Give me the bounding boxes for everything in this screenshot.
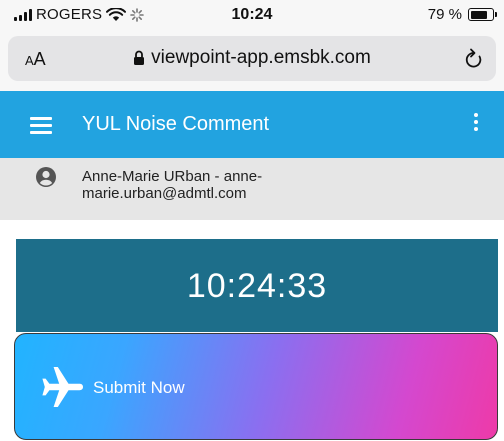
- battery-icon: [468, 8, 497, 21]
- clock-time: 10:24:33: [186, 267, 328, 305]
- status-right: 79 %: [427, 6, 497, 23]
- reload-icon[interactable]: [464, 48, 484, 70]
- user-circle-icon: [36, 167, 56, 187]
- submit-now-button[interactable]: Submit Now: [14, 333, 498, 440]
- browser-toolbar: AA viewpoint-app.emsbk.com: [0, 30, 504, 91]
- status-bar: ROGERS 10:24 79 %: [0, 0, 504, 30]
- url-text: viewpoint-app.emsbk.com: [151, 47, 371, 68]
- clock-panel: 10:24:33: [16, 239, 498, 332]
- url-display[interactable]: viewpoint-app.emsbk.com: [8, 47, 496, 69]
- app-toolbar: YUL Noise Comment: [0, 91, 504, 158]
- more-vertical-icon[interactable]: [472, 113, 480, 137]
- user-info-row: Anne-Marie URban - anne-marie.urban@admt…: [0, 158, 504, 220]
- menu-icon[interactable]: [30, 117, 52, 134]
- user-label: Anne-Marie URban - anne-marie.urban@admt…: [82, 168, 263, 202]
- battery-fill: [470, 10, 488, 19]
- battery-percent: 79 %: [427, 6, 462, 23]
- submit-label: Submit Now: [93, 378, 185, 397]
- app-title: YUL Noise Comment: [82, 113, 270, 135]
- address-bar[interactable]: AA viewpoint-app.emsbk.com: [8, 36, 496, 81]
- airplane-icon: [42, 367, 83, 407]
- lock-icon: [134, 50, 145, 65]
